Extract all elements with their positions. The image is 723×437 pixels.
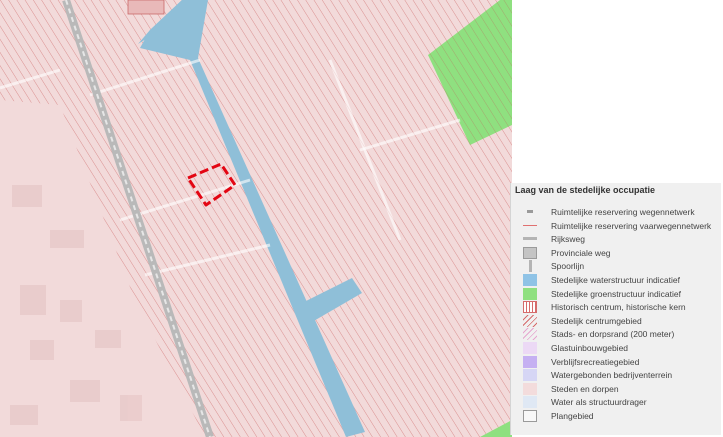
railway-icon (529, 260, 532, 273)
legend-item: Stedelijke groenstructuur indicatief (511, 287, 721, 302)
legend-panel: Laag van de stedelijke occupatie Ruimtel… (510, 183, 721, 435)
greenhouse-area-icon (523, 342, 537, 354)
water-business-icon (523, 369, 537, 382)
legend-item: Glastuinbouwgebied (511, 342, 721, 356)
legend-label: Ruimtelijke reservering vaarwegennetwerk (551, 220, 712, 231)
legend-label: Plangebied (551, 411, 594, 421)
water-structure-icon (523, 274, 537, 286)
legend-item: Stads- en dorpsrand (200 meter) (511, 328, 721, 342)
legend-item: Stedelijke waterstructuur indicatief (511, 274, 721, 288)
legend-item: Rijksweg (511, 233, 721, 247)
legend-label: Stedelijke waterstructuur indicatief (551, 275, 680, 285)
road-reservation-icon (527, 210, 533, 213)
urban-centre-icon (523, 314, 537, 327)
legend-item: Steden en dorpen (511, 382, 721, 397)
recreation-area-icon (523, 355, 537, 368)
legend-label: Watergebonden bedrijventerrein (551, 370, 673, 381)
waterway-reservation-icon (523, 224, 537, 226)
historic-centre (127, 0, 165, 15)
legend-item: Ruimtelijke reservering vaarwegennetwerk (511, 220, 721, 234)
legend-label: Historisch centrum, historische kern (551, 302, 686, 313)
legend-label: Ruimtelijke reservering wegennetwerk (551, 207, 695, 217)
legend-label: Water als structuurdrager (551, 397, 647, 408)
legend-item: Provinciale weg (511, 246, 721, 261)
legend-item: Plangebied (511, 410, 721, 424)
legend-item: Water als structuurdrager (511, 396, 721, 410)
towns-villages-icon (523, 382, 537, 395)
map-view[interactable] (0, 0, 512, 437)
provincial-road-icon (523, 246, 537, 259)
legend-label: Provinciale weg (551, 247, 611, 258)
map-blank-area (512, 0, 723, 183)
legend-label: Stedelijke groenstructuur indicatief (551, 288, 681, 299)
legend-title: Laag van de stedelijke occupatie (515, 185, 656, 195)
plan-area-icon (523, 410, 537, 422)
legend-item: Historisch centrum, historische kern (511, 301, 721, 315)
legend-item: Spoorlijn (511, 260, 721, 274)
legend-item: Verblijfsrecreatiegebied (511, 355, 721, 370)
legend-label: Glastuinbouwgebied (551, 343, 629, 353)
national-road-icon (523, 237, 537, 241)
legend-item: Watergebonden bedrijventerrein (511, 369, 721, 383)
legend-label: Stedelijk centrumgebied (551, 315, 642, 326)
town-edge-icon (523, 328, 537, 341)
legend-label: Rijksweg (551, 234, 586, 245)
historic-centre-icon (523, 301, 537, 314)
legend-item: Stedelijk centrumgebied (511, 314, 721, 329)
legend-label: Spoorlijn (551, 261, 585, 272)
green-structure-icon (523, 287, 537, 300)
map-canvas (0, 0, 512, 437)
legend-label: Stads- en dorpsrand (200 meter) (551, 329, 675, 340)
legend-item: Ruimtelijke reservering wegennetwerk (511, 206, 721, 220)
water-carrier-icon (523, 396, 537, 409)
legend-label: Verblijfsrecreatiegebied (551, 356, 640, 367)
legend-label: Steden en dorpen (551, 383, 619, 394)
